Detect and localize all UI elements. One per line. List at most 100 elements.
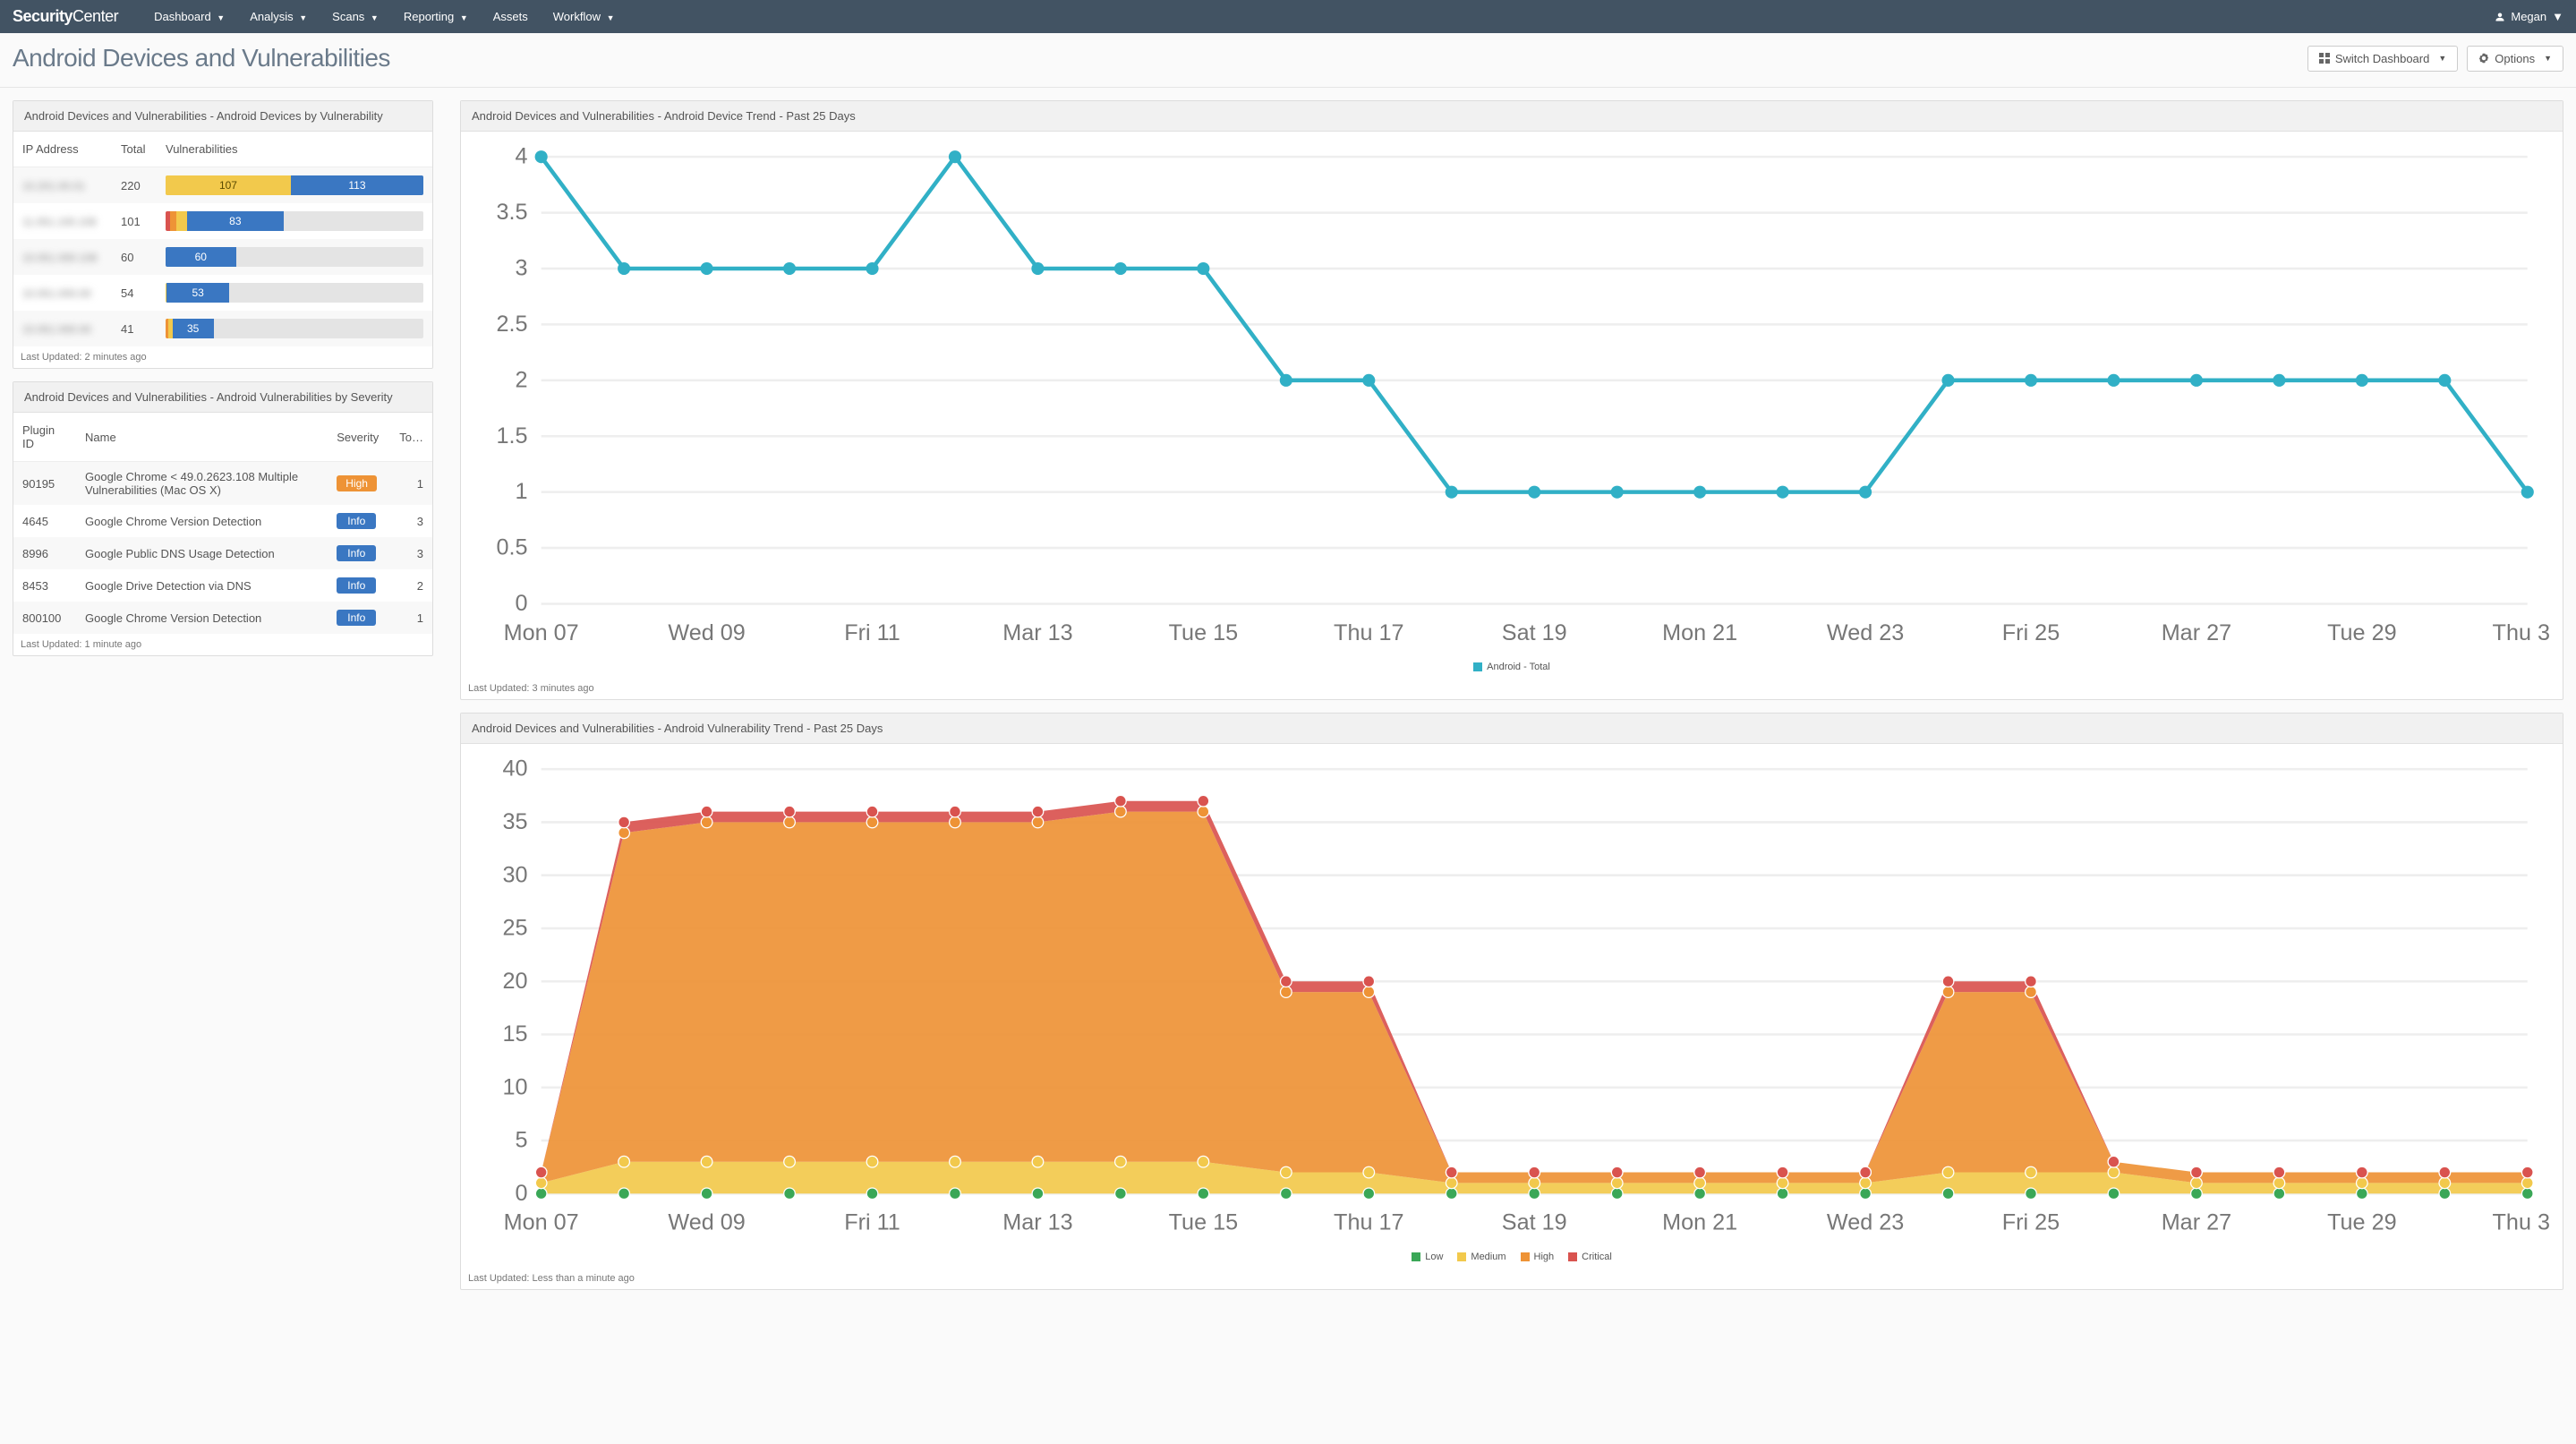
card-title: Android Devices and Vulnerabilities - An…: [13, 382, 432, 413]
total-cell: 3: [390, 537, 432, 569]
card-vuln-trend: Android Devices and Vulnerabilities - An…: [460, 713, 2563, 1290]
svg-text:Thu 31: Thu 31: [2493, 1210, 2550, 1235]
name-cell: Google Drive Detection via DNS: [76, 569, 328, 602]
svg-text:Mar 13: Mar 13: [1002, 620, 1072, 645]
total-cell: 3: [390, 505, 432, 537]
table-row[interactable]: 800100 Google Chrome Version Detection I…: [13, 602, 432, 634]
table-row[interactable]: 90195 Google Chrome < 49.0.2623.108 Mult…: [13, 462, 432, 506]
legend-swatch: [1568, 1252, 1577, 1261]
dashboard-grid: Android Devices and Vulnerabilities - An…: [0, 88, 2576, 1303]
nav-item-reporting[interactable]: Reporting ▼: [404, 10, 468, 23]
device-trend-chart[interactable]: 00.511.522.533.54Mon 07Wed 09Fri 11Mar 1…: [473, 139, 2550, 658]
card-footer: Last Updated: 3 minutes ago: [461, 678, 2563, 699]
table-row[interactable]: 10.051.000.00 41 35: [13, 311, 432, 346]
devices-table: IP Address Total Vulnerabilities 10.201.…: [13, 132, 432, 346]
card-footer: Last Updated: Less than a minute ago: [461, 1268, 2563, 1289]
total-cell: 101: [112, 203, 157, 239]
caret-down-icon: ▼: [217, 13, 225, 22]
total-cell: 1: [390, 462, 432, 506]
vuln-bar: 107113: [166, 175, 423, 195]
col-total: Total: [112, 132, 157, 167]
legend-swatch: [1473, 662, 1482, 671]
severity-badge: Info: [337, 545, 376, 561]
svg-text:Sat 19: Sat 19: [1502, 1210, 1567, 1235]
brand-logo: SecurityCenter: [13, 7, 118, 26]
svg-text:0: 0: [515, 1181, 527, 1206]
gear-icon: [2478, 53, 2489, 64]
bar-segment-info: 35: [173, 319, 214, 338]
nav-item-assets[interactable]: Assets: [493, 10, 528, 23]
total-cell: 54: [112, 275, 157, 311]
vuln-table: Plugin ID Name Severity To… 90195 Google…: [13, 413, 432, 634]
svg-text:Mar 27: Mar 27: [2162, 620, 2231, 645]
svg-text:0.5: 0.5: [496, 535, 527, 560]
user-name: Megan: [2511, 10, 2546, 23]
brand-prefix: Security: [13, 7, 73, 25]
svg-text:1.5: 1.5: [496, 423, 527, 449]
bar-segment-info: 83: [187, 211, 285, 231]
svg-text:Sat 19: Sat 19: [1502, 620, 1567, 645]
svg-text:20: 20: [502, 969, 527, 994]
name-cell: Google Chrome Version Detection: [76, 505, 328, 537]
nav-items: Dashboard ▼ Analysis ▼ Scans ▼ Reporting ▼ A…: [154, 10, 614, 23]
svg-text:1: 1: [515, 479, 527, 504]
header-actions: Switch Dashboard ▼ Options ▼: [2307, 46, 2563, 72]
svg-text:Wed 09: Wed 09: [668, 620, 745, 645]
caret-down-icon: ▼: [299, 13, 307, 22]
right-column: Android Devices and Vulnerabilities - An…: [460, 100, 2563, 1290]
card-title: Android Devices and Vulnerabilities - An…: [13, 101, 432, 132]
svg-text:5: 5: [515, 1128, 527, 1153]
col-vuln: Vulnerabilities: [157, 132, 432, 167]
severity-badge: High: [337, 475, 377, 491]
table-row[interactable]: 10.051.000.00 54 53: [13, 275, 432, 311]
plugin-id-cell: 4645: [13, 505, 76, 537]
options-label: Options: [2495, 52, 2535, 65]
svg-text:Tue 15: Tue 15: [1169, 620, 1239, 645]
svg-text:Fri 25: Fri 25: [2002, 620, 2060, 645]
page-title: Android Devices and Vulnerabilities: [13, 44, 390, 73]
user-menu[interactable]: Megan ▼: [2495, 10, 2563, 23]
page-header: Android Devices and Vulnerabilities Swit…: [0, 33, 2576, 88]
vuln-bar: 35: [166, 319, 423, 338]
bar-segment-med: [176, 211, 187, 231]
nav-item-workflow[interactable]: Workflow ▼: [553, 10, 615, 23]
svg-text:3: 3: [515, 256, 527, 281]
ip-address-cell: 10.051.000.00: [22, 287, 91, 300]
legend-label-high: High: [1534, 1252, 1555, 1262]
table-row[interactable]: 11.051.100.108 101 83: [13, 203, 432, 239]
table-row[interactable]: 10.201.00.01 220 107113: [13, 167, 432, 204]
nav-item-scans[interactable]: Scans ▼: [332, 10, 379, 23]
card-devices-by-vuln: Android Devices and Vulnerabilities - An…: [13, 100, 433, 369]
nav-item-analysis[interactable]: Analysis ▼: [250, 10, 307, 23]
svg-text:Thu 31: Thu 31: [2493, 620, 2550, 645]
svg-text:Fri 11: Fri 11: [844, 1210, 900, 1235]
severity-badge: Info: [337, 610, 376, 626]
vuln-trend-chart[interactable]: 0510152025303540Mon 07Wed 09Fri 11Mar 13…: [473, 751, 2550, 1248]
total-cell: 41: [112, 311, 157, 346]
svg-text:Wed 23: Wed 23: [1827, 620, 1904, 645]
ip-address-cell: 10.051.000.00: [22, 323, 91, 336]
bar-segment-info: 53: [166, 283, 228, 303]
total-cell: 2: [390, 569, 432, 602]
switch-dashboard-button[interactable]: Switch Dashboard ▼: [2307, 46, 2458, 72]
switch-dashboard-label: Switch Dashboard: [2335, 52, 2430, 65]
svg-text:Mon 21: Mon 21: [1662, 1210, 1737, 1235]
svg-text:0: 0: [515, 591, 527, 616]
options-button[interactable]: Options ▼: [2467, 46, 2563, 72]
chart-legend: Low Medium High Critical: [473, 1248, 2550, 1264]
svg-text:Mon 07: Mon 07: [504, 620, 579, 645]
table-row[interactable]: 8996 Google Public DNS Usage Detection I…: [13, 537, 432, 569]
table-row[interactable]: 4645 Google Chrome Version Detection Inf…: [13, 505, 432, 537]
legend-label-low: Low: [1425, 1252, 1443, 1262]
svg-text:2: 2: [515, 367, 527, 392]
nav-item-dashboard[interactable]: Dashboard ▼: [154, 10, 225, 23]
caret-down-icon: ▼: [2544, 54, 2552, 63]
legend-swatch: [1521, 1252, 1530, 1261]
plugin-id-cell: 800100: [13, 602, 76, 634]
name-cell: Google Chrome Version Detection: [76, 602, 328, 634]
table-row[interactable]: 10.051.000.108 60 60: [13, 239, 432, 275]
col-total: To…: [390, 413, 432, 462]
grid-icon: [2319, 53, 2330, 64]
table-row[interactable]: 8453 Google Drive Detection via DNS Info…: [13, 569, 432, 602]
card-title: Android Devices and Vulnerabilities - An…: [461, 713, 2563, 744]
